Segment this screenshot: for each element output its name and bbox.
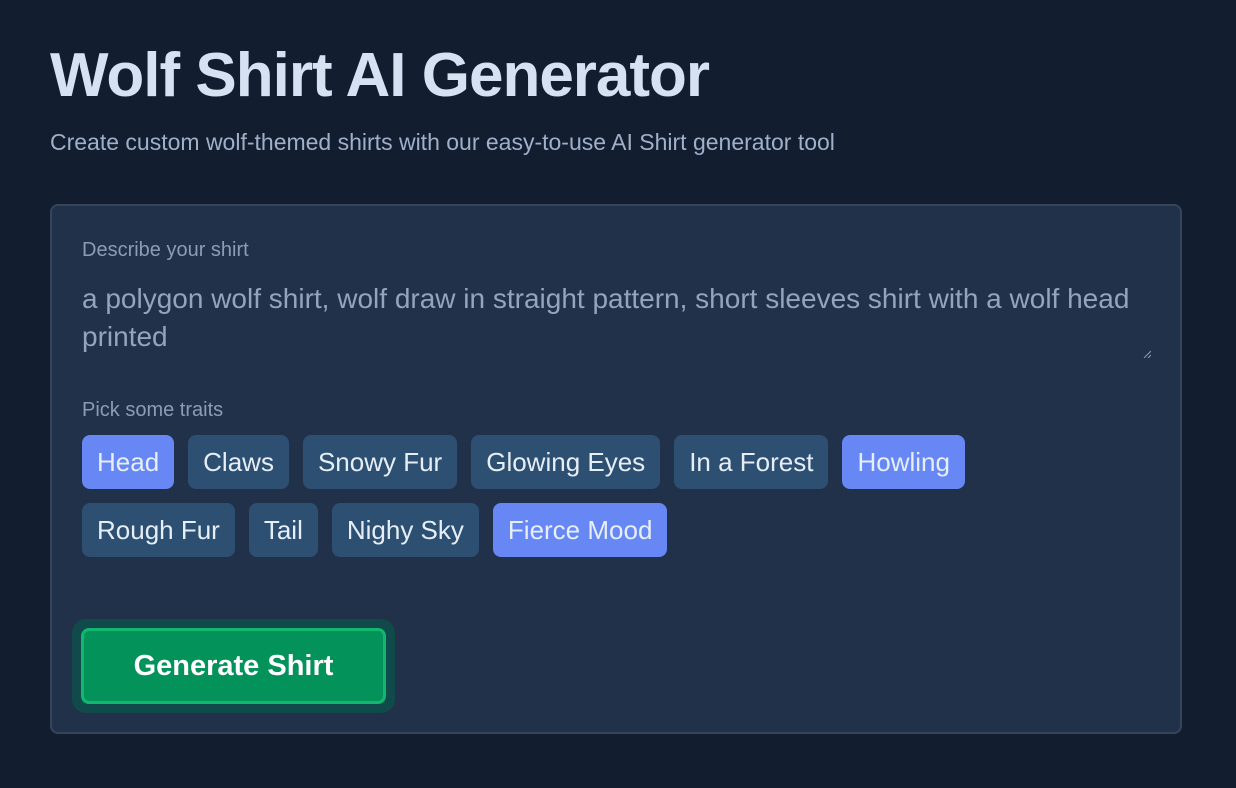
description-label: Describe your shirt <box>82 239 249 261</box>
traits-list: Head Claws Snowy Fur Glowing Eyes In a Fores… <box>82 435 1082 557</box>
generator-form: Describe your shirt a polygon wolf shirt… <box>50 204 1182 734</box>
trait-chip-glowing-eyes[interactable]: Glowing Eyes <box>471 435 661 489</box>
description-textarea[interactable]: a polygon wolf shirt, wolf draw in strai… <box>82 280 1152 358</box>
trait-chip-howling[interactable]: Howling <box>842 435 965 489</box>
trait-chip-snowy-fur[interactable]: Snowy Fur <box>302 435 458 489</box>
trait-chip-nighy-sky[interactable]: Nighy Sky <box>331 503 479 557</box>
generate-shirt-button[interactable]: Generate Shirt <box>81 628 386 704</box>
trait-chip-fierce-mood[interactable]: Fierce Mood <box>492 503 668 557</box>
trait-chip-tail[interactable]: Tail <box>248 503 318 557</box>
resize-handle-icon[interactable] <box>1143 350 1151 358</box>
trait-chip-in-a-forest[interactable]: In a Forest <box>674 435 829 489</box>
traits-label: Pick some traits <box>82 399 224 421</box>
page-title: Wolf Shirt AI Generator <box>50 41 710 110</box>
trait-chip-claws[interactable]: Claws <box>188 435 289 489</box>
trait-chip-rough-fur[interactable]: Rough Fur <box>82 503 235 557</box>
page-subtitle: Create custom wolf-themed shirts with ou… <box>50 129 835 155</box>
trait-chip-head[interactable]: Head <box>82 435 175 489</box>
